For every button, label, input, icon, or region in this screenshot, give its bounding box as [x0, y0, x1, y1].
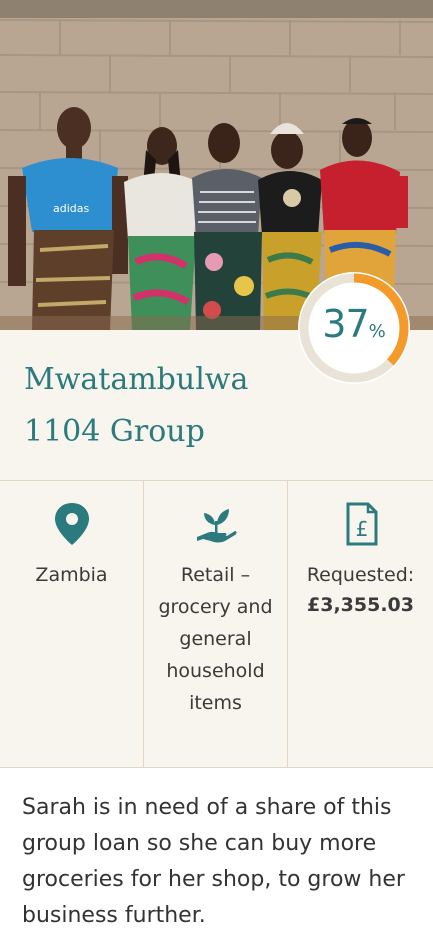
map-pin-icon	[54, 503, 89, 545]
location-text: Zambia	[35, 564, 108, 586]
svg-text:adidas: adidas	[53, 202, 90, 215]
pound-document-icon: £	[346, 502, 377, 546]
sector-text: Retail – grocery and general household i…	[158, 564, 273, 714]
requested-block: Requested: £3,355.03	[288, 559, 433, 619]
fact-requested: £ Requested: £3,355.03	[288, 481, 433, 767]
loan-title-line1: Mwatambulwa	[24, 362, 249, 397]
funding-percent-value: 37	[322, 302, 369, 346]
loan-title-line2: 1104 Group	[24, 414, 205, 449]
funding-progress-badge: 37%	[298, 272, 410, 384]
hand-plant-icon	[196, 509, 236, 543]
fact-sector: Retail – grocery and general household i…	[144, 481, 288, 767]
loan-title: Mwatambulwa 1104 Group	[24, 354, 284, 458]
requested-amount: £3,355.03	[307, 594, 414, 616]
loan-facts: Zambia Retail – grocery and general hous…	[0, 481, 433, 768]
loan-header: Mwatambulwa 1104 Group 37%	[0, 272, 433, 481]
requested-label: Requested:	[306, 564, 415, 586]
loan-description: Sarah is in need of a share of this grou…	[22, 795, 405, 928]
fact-location: Zambia	[0, 481, 144, 767]
funding-percent-symbol: %	[368, 321, 386, 342]
funding-percent-text: 37%	[298, 302, 410, 346]
svg-text:£: £	[355, 517, 368, 541]
